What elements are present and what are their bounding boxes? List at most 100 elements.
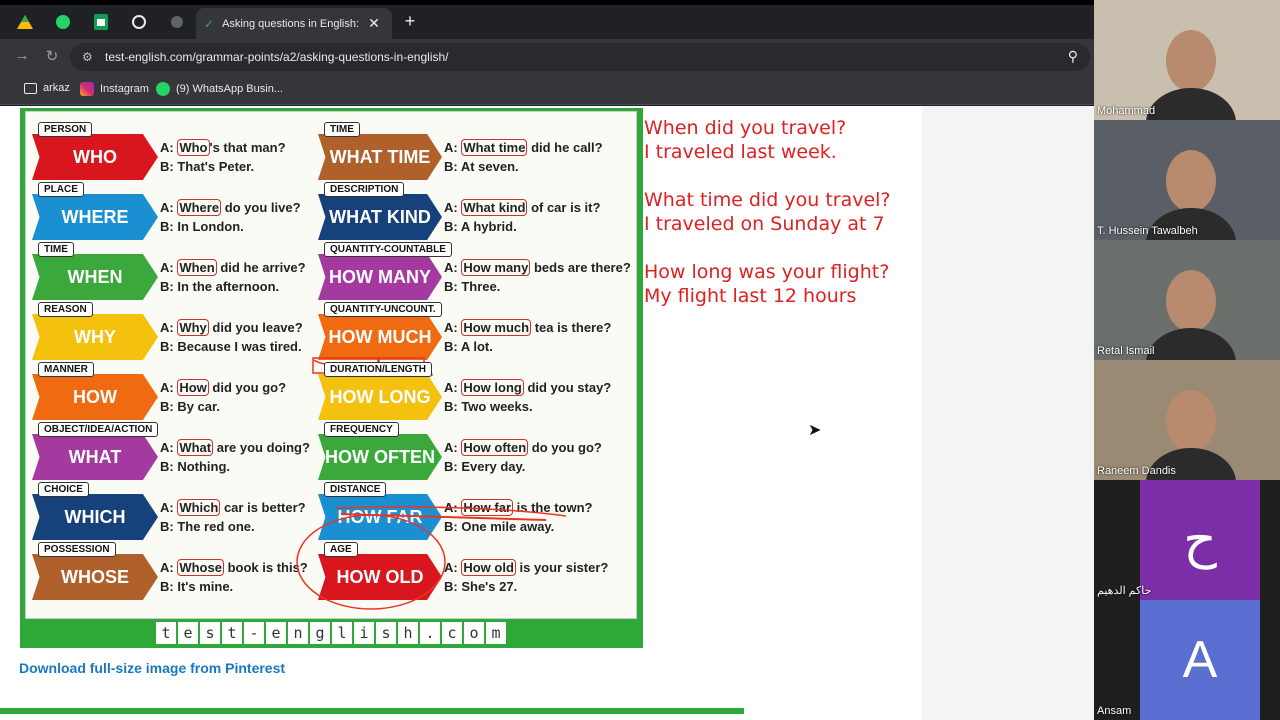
participant-tile[interactable]: A Ansam: [1094, 600, 1280, 720]
example-answer: B: She's 27.: [444, 579, 518, 594]
example-dialogue: A: Whose book is this? B: It's mine.: [160, 558, 308, 596]
highlighted-question-word: Whose: [177, 559, 224, 576]
example-answer: B: That's Peter.: [160, 159, 255, 174]
address-bar[interactable]: ⚙ test-english.com/grammar-points/a2/ask…: [70, 43, 1090, 71]
example-dialogue: A: Who's that man? B: That's Peter.: [160, 138, 286, 176]
browser-toolbar: → ↻ ⚙ test-english.com/grammar-points/a2…: [0, 39, 1094, 75]
teacher-notes: When did you travel? I traveled last week…: [644, 116, 891, 332]
logo-letter: m: [486, 622, 506, 644]
participant-tile[interactable]: Mohammad: [1094, 0, 1280, 120]
sheets-tab-icon[interactable]: [90, 11, 112, 33]
bookmark-folder-arkaz[interactable]: arkaz: [24, 82, 70, 94]
site-logo-footer: test-english.com: [156, 622, 506, 644]
question-word-arrow: WHAT KIND: [318, 194, 442, 240]
participant-tile[interactable]: T. Hussein Tawalbeh: [1094, 120, 1280, 240]
highlighted-question-word: How much: [461, 319, 532, 336]
highlighted-question-word: Which: [177, 499, 221, 516]
category-label: PERSON: [38, 122, 93, 137]
category-label: QUANTITY-UNCOUNT.: [324, 302, 442, 317]
participant-video: [1166, 270, 1216, 332]
logo-letter: h: [398, 622, 418, 644]
question-row: WHERE PLACE A: Where do you live? B: In Lon…: [32, 182, 332, 240]
bookmark-instagram[interactable]: Instagram: [80, 82, 149, 96]
example-dialogue: A: How did you go? B: By car.: [160, 378, 286, 416]
example-question: A: Why did you leave?: [160, 319, 303, 336]
question-row: HOW MANY QUANTITY-COUNTABLE A: How many be…: [318, 242, 631, 300]
instagram-icon: [80, 82, 94, 96]
example-question: A: How far is the town?: [444, 499, 593, 516]
question-word-arrow: HOW OFTEN: [318, 434, 442, 480]
question-word-arrow: WHICH: [32, 494, 158, 540]
example-answer: B: Nothing.: [160, 459, 231, 474]
forward-icon[interactable]: →: [12, 47, 32, 64]
whatsapp-tab-icon[interactable]: [52, 11, 74, 33]
url-text[interactable]: test-english.com/grammar-points/a2/askin…: [105, 50, 449, 64]
openai-tab-icon[interactable]: [128, 11, 150, 33]
participant-tile[interactable]: ح حاكم الدهيم: [1094, 480, 1280, 600]
example-question: A: How much tea is there?: [444, 319, 612, 336]
category-label: DESCRIPTION: [324, 182, 405, 197]
participant-name: Ansam: [1097, 705, 1132, 717]
example-answer: B: A hybrid.: [444, 219, 517, 234]
example-dialogue: A: How long did you stay? B: Two weeks.: [444, 378, 611, 416]
example-question: A: How often do you go?: [444, 439, 602, 456]
question-row: HOW LONG DURATION/LENGTH A: How long did y…: [318, 362, 618, 420]
logo-letter: s: [200, 622, 220, 644]
folder-icon: [24, 82, 37, 94]
question-word-arrow: HOW: [32, 374, 158, 420]
example-answer: B: Three.: [444, 279, 501, 294]
example-question: A: How did you go?: [160, 379, 287, 396]
logo-letter: i: [354, 622, 374, 644]
question-word-arrow: WHO: [32, 134, 158, 180]
reload-icon[interactable]: ↻: [42, 47, 62, 65]
example-dialogue: A: What are you doing? B: Nothing.: [160, 438, 310, 476]
question-row: WHAT OBJECT/IDEA/ACTION A: What are you do…: [32, 422, 332, 480]
participant-tile[interactable]: Retal Ismail: [1094, 240, 1280, 360]
example-answer: B: Because I was tired.: [160, 339, 302, 354]
example-question: A: Which car is better?: [160, 499, 306, 516]
logo-letter: g: [310, 622, 330, 644]
participant-name: T. Hussein Tawalbeh: [1097, 225, 1198, 237]
new-tab-plus-icon[interactable]: +: [400, 11, 420, 31]
participant-video: [1166, 30, 1216, 92]
highlighted-question-word: When: [177, 259, 217, 276]
question-row: HOW MUCH QUANTITY-UNCOUNT. A: How much tea…: [318, 302, 618, 360]
example-dialogue: A: What time did he call? B: At seven.: [444, 138, 603, 176]
highlighted-question-word: Who: [177, 139, 210, 156]
question-words-infographic: WHO PERSON A: Who's that man? B: That's Pet…: [20, 108, 643, 648]
question-row: HOW OFTEN FREQUENCY A: How often do you go…: [318, 422, 618, 480]
example-question: A: How long did you stay?: [444, 379, 612, 396]
close-icon[interactable]: ✕: [368, 15, 380, 32]
example-dialogue: A: What kind of car is it? B: A hybrid.: [444, 198, 600, 236]
highlighted-question-word: How far: [461, 499, 514, 516]
tab-active[interactable]: ✓ Asking questions in English: Qu ✕: [196, 8, 392, 39]
example-answer: B: In the afternoon.: [160, 279, 280, 294]
category-label: FREQUENCY: [324, 422, 399, 437]
bookmark-whatsapp-business[interactable]: (9) WhatsApp Busin...: [156, 82, 283, 96]
question-word-arrow: HOW MANY: [318, 254, 442, 300]
zoom-icon[interactable]: ⚲: [1068, 48, 1078, 65]
web-tab-icon[interactable]: [166, 11, 188, 33]
example-question: A: How many beds are there?: [444, 259, 631, 276]
bookmarks-bar: arkaz Instagram (9) WhatsApp Busin...: [0, 75, 1094, 105]
example-answer: B: It's mine.: [160, 579, 234, 594]
example-answer: B: At seven.: [444, 159, 519, 174]
question-row: WHEN TIME A: When did he arrive? B: In the …: [32, 242, 332, 300]
highlighted-question-word: How: [177, 379, 209, 396]
category-label: MANNER: [38, 362, 94, 377]
question-word-arrow: WHAT TIME: [318, 134, 442, 180]
category-label: TIME: [38, 242, 74, 257]
logo-letter: n: [288, 622, 308, 644]
question-word-arrow: HOW OLD: [318, 554, 442, 600]
site-info-icon[interactable]: ⚙: [82, 50, 93, 64]
question-row: WHO PERSON A: Who's that man? B: That's Pet…: [32, 122, 332, 180]
participant-video: [1166, 390, 1216, 452]
participant-tile[interactable]: Raneem Dandis: [1094, 360, 1280, 480]
note-2: What time did you travel? I traveled on S…: [644, 189, 891, 235]
highlighted-question-word: Where: [177, 199, 222, 216]
drive-tab-icon[interactable]: [14, 11, 36, 33]
example-question: A: How old is your sister?: [444, 559, 609, 576]
example-answer: B: Every day.: [444, 459, 526, 474]
download-pinterest-link[interactable]: Download full-size image from Pinterest: [19, 660, 285, 676]
highlighted-question-word: What: [177, 439, 214, 456]
